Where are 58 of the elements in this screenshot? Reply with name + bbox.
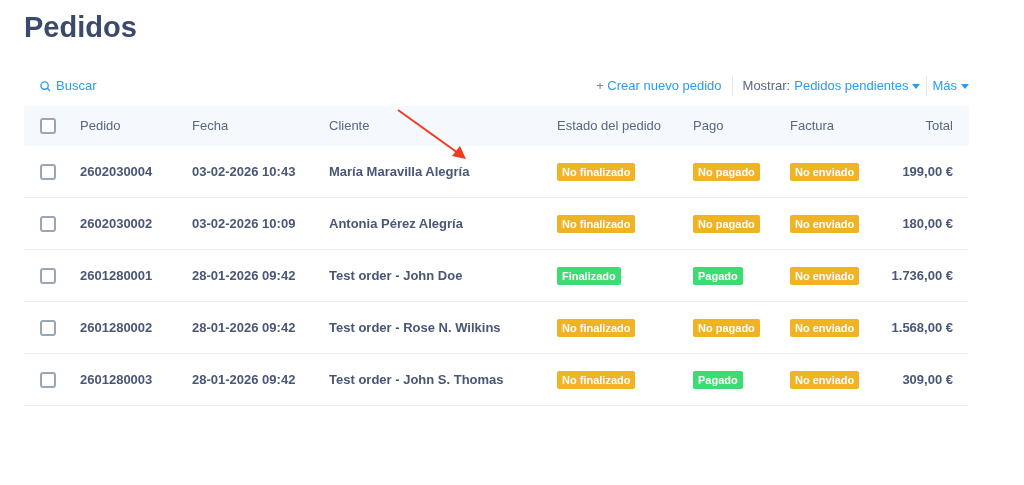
column-header: Factura [790,117,836,136]
table-cell-text: 2601280001 [80,266,154,285]
table-cell-text: María Maravilla Alegría [329,162,471,181]
status-label: No enviado [790,214,860,233]
checkbox[interactable] [40,215,56,232]
table-cell-text: 2602030004 [80,162,154,181]
table-cell-text: 28-01-2026 09:42 [192,370,297,389]
status-label: No pagado [693,162,760,181]
status-label: No pagado [693,318,760,337]
column-header: Pedido [80,117,122,136]
search-icon [40,80,51,92]
annotation-arrow [396,108,468,160]
status-label: No finalizado [557,318,636,337]
table-cell-text: 309,00 € [902,370,953,389]
table-cell-text: Test order - John Doe [329,266,464,285]
table-cell-text: 2601280002 [80,318,154,337]
table-cell-text: Test order - Rose N. Wilkins [329,318,502,337]
column-header: Cliente [329,117,371,136]
create-order-link[interactable]: + Crear nuevo pedido [596,76,732,96]
search-button[interactable]: Buscar [40,76,97,96]
status-label: No enviado [790,318,860,337]
more-dropdown[interactable]: Más [932,76,969,96]
status-label: Pagado [693,370,743,389]
table-cell-text: 28-01-2026 09:42 [192,318,297,337]
checkbox[interactable] [40,163,56,180]
status-label: No finalizado [557,214,636,233]
status-label: No enviado [790,266,860,285]
status-label: No pagado [693,214,760,233]
filter-dropdown[interactable]: Pedidos pendientes [794,76,927,96]
caret-icon [961,83,969,89]
table-cell-text: 03-02-2026 10:43 [192,162,297,181]
status-label: No enviado [790,162,860,181]
table-cell-text: 1.736,00 € [891,266,953,285]
table-cell-text: Antonia Pérez Alegría [329,214,464,233]
table-cell-text: 1.568,00 € [891,318,953,337]
status-label: No enviado [790,370,860,389]
checkbox[interactable] [40,319,56,336]
status-label: No finalizado [557,162,636,181]
table-cell-text: 2602030002 [80,214,154,233]
caret-icon [912,83,921,89]
status-label: No finalizado [557,370,636,389]
status-label: Finalizado [557,266,621,285]
table-cell-text: 03-02-2026 10:09 [192,214,297,233]
show-label: Mostrar: [742,77,791,96]
column-header: Estado del pedido [557,117,663,136]
status-label: Pagado [693,266,743,285]
checkbox[interactable] [40,267,56,284]
table-cell-text: 180,00 € [902,214,953,233]
checkbox[interactable] [40,118,56,134]
column-header: Fecha [192,117,230,136]
table-cell-text: Test order - John S. Thomas [329,370,505,389]
table-cell-text: 199,00 € [902,162,953,181]
page-title: Pedidos [24,10,137,45]
table-cell-text: 2601280003 [80,370,154,389]
table-cell-text: 28-01-2026 09:42 [192,266,297,285]
column-header: Pago [693,117,725,136]
column-header: Total [925,117,953,136]
checkbox[interactable] [40,371,56,388]
